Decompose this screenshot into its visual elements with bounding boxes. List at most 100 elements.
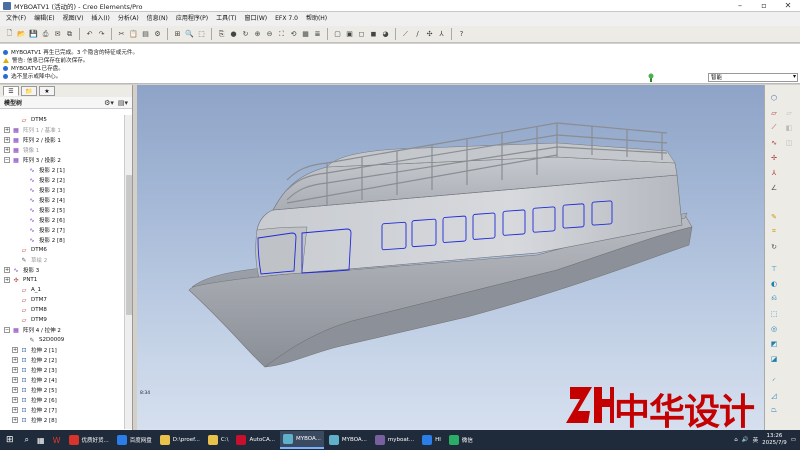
menu-applications[interactable]: 应用程序(P) bbox=[172, 12, 212, 26]
tree-row[interactable]: + ⊡ 拉伸 2 [6] bbox=[0, 395, 124, 405]
volume-icon[interactable]: 🔊 bbox=[742, 437, 749, 443]
copy-icon[interactable]: ⧉ bbox=[64, 29, 75, 40]
menu-window[interactable]: 窗口(W) bbox=[241, 12, 272, 26]
new-file-icon[interactable]: 🗋 bbox=[4, 29, 15, 40]
layers-icon[interactable]: ≣ bbox=[312, 29, 323, 40]
undo-icon[interactable]: ↶ bbox=[84, 29, 95, 40]
taskbar-app-button[interactable]: myboat... bbox=[372, 431, 417, 449]
expand-toggle-icon[interactable]: + bbox=[4, 127, 10, 133]
menu-info[interactable]: 信息(N) bbox=[143, 12, 172, 26]
datum-axes-icon[interactable]: / bbox=[412, 29, 423, 40]
datum-plane-tool-icon[interactable]: ▱ bbox=[768, 107, 780, 118]
close-button[interactable]: ✕ bbox=[776, 0, 800, 12]
repaint-icon[interactable]: ↻ bbox=[240, 29, 251, 40]
menu-file[interactable]: 文件(F) bbox=[2, 12, 30, 26]
datum-plane-icon[interactable]: ⬡ bbox=[768, 92, 780, 103]
clock[interactable]: 13:26 2025/7/9 bbox=[762, 433, 787, 447]
tree-row[interactable]: + ⊡ 拉伸 2 [8] bbox=[0, 415, 124, 425]
expand-toggle-icon[interactable]: + bbox=[12, 347, 18, 353]
no-hidden-icon[interactable]: ◻ bbox=[356, 29, 367, 40]
tree-row[interactable]: ∿ 投影 2 [2] bbox=[0, 175, 124, 185]
save-icon[interactable]: 💾 bbox=[28, 29, 39, 40]
menu-efx[interactable]: EFX 7.0 bbox=[271, 12, 302, 26]
graphics-viewport[interactable]: 8:34 bbox=[137, 85, 764, 430]
tree-row[interactable]: ▱ DTM9 bbox=[0, 315, 124, 325]
datum-axis-icon[interactable]: ⟋ bbox=[768, 122, 780, 133]
menu-tools[interactable]: 工具(T) bbox=[212, 12, 240, 26]
paste-special-icon[interactable]: ▤ bbox=[140, 29, 151, 40]
tree-row[interactable]: + ▦ 镜像 1 bbox=[0, 145, 124, 155]
expand-toggle-icon[interactable]: + bbox=[12, 357, 18, 363]
tree-row[interactable]: ▱ DTM7 bbox=[0, 295, 124, 305]
tree-row[interactable]: + ∿ 投影 3 bbox=[0, 265, 124, 275]
datum-curve-icon[interactable]: ∿ bbox=[768, 137, 780, 148]
regenerate-icon[interactable]: ⚙ bbox=[152, 29, 163, 40]
reorient-icon[interactable]: ⟲ bbox=[288, 29, 299, 40]
expand-toggle-icon[interactable]: + bbox=[12, 397, 18, 403]
notification-icon[interactable]: ▭ bbox=[791, 437, 796, 443]
expand-toggle-icon[interactable]: − bbox=[4, 157, 10, 163]
tab-favorites[interactable]: ★ bbox=[39, 86, 55, 96]
wps-taskbar-icon[interactable]: W bbox=[50, 431, 64, 449]
tree-row[interactable]: − ▦ 阵列 3 / 投影 2 bbox=[0, 155, 124, 165]
coordinate-systems-icon[interactable]: ⅄ bbox=[436, 29, 447, 40]
email-icon[interactable]: ✉ bbox=[52, 29, 63, 40]
menu-analysis[interactable]: 分析(A) bbox=[114, 12, 143, 26]
tree-row[interactable]: ∿ 投影 2 [7] bbox=[0, 225, 124, 235]
tree-row[interactable]: ▱ DTM6 bbox=[0, 245, 124, 255]
extrude-tool-icon[interactable]: ⊤ bbox=[768, 263, 780, 274]
tree-row[interactable]: + ⊡ 拉伸 2 [3] bbox=[0, 365, 124, 375]
maximize-button[interactable]: ▫ bbox=[752, 0, 776, 12]
tree-row[interactable]: ▱ DTM5 bbox=[0, 115, 124, 125]
menu-view[interactable]: 视图(V) bbox=[59, 12, 88, 26]
rib-tool-icon[interactable]: ◪ bbox=[768, 353, 780, 364]
shell-tool-icon[interactable]: ◩ bbox=[768, 338, 780, 349]
edit-tool-icon[interactable]: ⌗ bbox=[768, 226, 780, 237]
taskbar-app-button[interactable]: C:\ bbox=[205, 431, 232, 449]
tree-row[interactable]: ∿ 投影 2 [4] bbox=[0, 195, 124, 205]
sweep-tool-icon[interactable]: ⎌ bbox=[768, 293, 780, 304]
minimize-button[interactable]: – bbox=[728, 0, 752, 12]
tree-row[interactable]: ∿ 投影 2 [5] bbox=[0, 205, 124, 215]
search-taskbar-icon[interactable]: ⌕ bbox=[22, 431, 32, 449]
tree-row[interactable]: ∿ 投影 2 [1] bbox=[0, 165, 124, 175]
tree-row[interactable]: + ⊡ 拉伸 2 [7] bbox=[0, 405, 124, 415]
show-menu-icon[interactable]: ▤▾ bbox=[118, 99, 128, 107]
context-help-icon[interactable]: ? bbox=[456, 29, 467, 40]
expand-toggle-icon[interactable]: − bbox=[4, 327, 10, 333]
taskbar-app-button[interactable]: D:\proef... bbox=[157, 431, 203, 449]
analysis-icon[interactable]: ∠ bbox=[768, 182, 780, 193]
taskbar-app-button[interactable]: HI bbox=[419, 431, 444, 449]
model-tree-toggle-icon[interactable]: ⊞ bbox=[172, 29, 183, 40]
menu-insert[interactable]: 插入(I) bbox=[87, 12, 113, 26]
smart-filter-select[interactable]: 智能 bbox=[708, 73, 798, 82]
tree-row[interactable]: + ✣ PNT1 bbox=[0, 275, 124, 285]
expand-toggle-icon[interactable]: + bbox=[4, 267, 10, 273]
menu-help[interactable]: 帮助(H) bbox=[302, 12, 331, 26]
calculator-taskbar-icon[interactable]: ▦ bbox=[34, 431, 48, 449]
ime-indicator[interactable]: 英 bbox=[753, 436, 759, 444]
cut-icon[interactable]: ✂ bbox=[116, 29, 127, 40]
tree-row[interactable]: ▱ DTM8 bbox=[0, 305, 124, 315]
taskbar-app-button[interactable]: 微信 bbox=[446, 431, 476, 449]
tree-row[interactable]: ▱ A_1 bbox=[0, 285, 124, 295]
print-icon[interactable]: ⎙ bbox=[40, 29, 51, 40]
datum-point-icon[interactable]: ✢ bbox=[768, 152, 780, 163]
zoom-out-icon[interactable]: ⊖ bbox=[264, 29, 275, 40]
tree-row[interactable]: ∿ 投影 2 [8] bbox=[0, 235, 124, 245]
zoom-in-icon[interactable]: ⊕ bbox=[252, 29, 263, 40]
tree-row[interactable]: + ▦ 阵列 2 / 投影 1 bbox=[0, 135, 124, 145]
revolve-tool-icon[interactable]: ◐ bbox=[768, 278, 780, 289]
tree-row[interactable]: ∿ 投影 2 [3] bbox=[0, 185, 124, 195]
taskbar-app-button[interactable]: 百度网盘 bbox=[114, 431, 155, 449]
scrollbar-thumb[interactable] bbox=[126, 175, 132, 315]
tree-settings-icon[interactable]: ⚙▾ bbox=[104, 99, 114, 107]
expand-toggle-icon[interactable]: + bbox=[4, 277, 10, 283]
hole-tool-icon[interactable]: ◎ bbox=[768, 323, 780, 334]
sketch-tool-icon[interactable]: ✎ bbox=[768, 211, 780, 222]
taskbar-app-button[interactable]: MYBOA... bbox=[326, 431, 370, 449]
model-tree-scrollbar[interactable] bbox=[124, 115, 132, 429]
coordinate-system-icon[interactable]: ⅄ bbox=[768, 167, 780, 178]
rotate-tool-icon[interactable]: ↻ bbox=[768, 241, 780, 252]
taskbar-app-button[interactable]: MYBOA... bbox=[279, 431, 324, 449]
